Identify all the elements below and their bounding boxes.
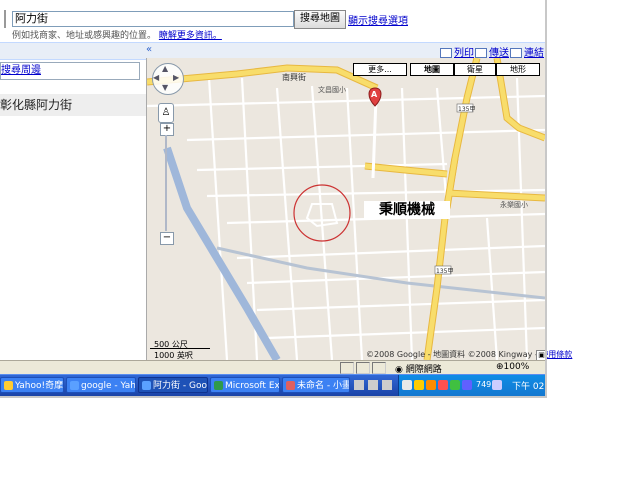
- paint-icon: [286, 381, 295, 390]
- yahoo-messenger-icon: [4, 381, 13, 390]
- zoom-out-button[interactable]: −: [160, 232, 174, 245]
- speaker-icon[interactable]: [492, 380, 502, 390]
- road-shield-label-b: 135甲: [436, 268, 454, 275]
- major-roads: [147, 58, 545, 360]
- scale-metric-label: 500 公尺: [154, 340, 188, 349]
- excel-icon: [214, 381, 223, 390]
- messenger-icon[interactable]: [414, 380, 424, 390]
- learn-more-link[interactable]: 瞭解更多資訊。: [159, 31, 222, 41]
- road-shield-label-a: 135甲: [458, 106, 476, 113]
- collapse-panel-button[interactable]: «: [146, 44, 152, 55]
- status-cell: [372, 362, 386, 374]
- zoom-slider-track[interactable]: [165, 135, 167, 231]
- send-link[interactable]: 傳送: [475, 44, 509, 59]
- task-label: Yahoo!奇摩即...: [15, 381, 64, 391]
- google-logo-fragment: [0, 10, 6, 28]
- envelope-icon: [475, 48, 487, 58]
- link-link[interactable]: 連結: [510, 44, 544, 59]
- taskbar-item-active[interactable]: 阿力街 - Goog...: [138, 377, 208, 393]
- status-cell: [356, 362, 370, 374]
- smiley-icon[interactable]: [426, 380, 436, 390]
- task-label: Microsoft Excel...: [225, 381, 280, 391]
- ie-icon: [70, 381, 79, 390]
- status-cell: [340, 362, 354, 374]
- task-label: google - Yahoo...: [81, 381, 136, 391]
- zoom-in-button[interactable]: +: [160, 123, 174, 136]
- clock[interactable]: 下午 02:10: [512, 379, 559, 392]
- school-label: 文昌國小: [318, 86, 346, 94]
- pan-left-icon[interactable]: ◀: [153, 73, 159, 82]
- network-icon[interactable]: [450, 380, 460, 390]
- taskbar-item[interactable]: 未命名 - 小畫家: [282, 377, 350, 393]
- zoom-level[interactable]: ⊕100%: [496, 362, 529, 372]
- taskbar-item[interactable]: Yahoo!奇摩即...: [0, 377, 64, 393]
- street-view-pegman-icon[interactable]: ♙: [158, 103, 174, 123]
- search-hint: 例如找商家、地址或感興趣的位置。 瞭解更多資訊。: [12, 28, 222, 41]
- search-input[interactable]: 阿力街: [12, 11, 294, 27]
- browser-status-bar: [0, 360, 545, 375]
- tray-counter: 749: [476, 380, 492, 389]
- map-type-terrain-button[interactable]: 地形: [496, 63, 540, 76]
- minor-roads: [147, 77, 545, 360]
- keyboard-icon[interactable]: [402, 380, 412, 390]
- search-nearby-link[interactable]: 搜尋周邊: [0, 62, 140, 80]
- search-hint-text: 例如找商家、地址或感興趣的位置。: [12, 31, 157, 41]
- road-label-nanxing: 南興街: [282, 73, 306, 82]
- annotation-label: 秉順機械: [364, 201, 450, 219]
- taskbar-item[interactable]: Microsoft Excel...: [210, 377, 280, 393]
- marker-letter: A: [371, 90, 378, 99]
- school2-label: 永樂國小: [500, 201, 528, 209]
- update-icon[interactable]: [462, 380, 472, 390]
- major-roads-outline: [147, 58, 545, 360]
- task-label: 未命名 - 小畫家: [297, 381, 349, 391]
- search-result-item[interactable]: 彰化縣阿力街: [0, 94, 146, 116]
- map-type-more-button[interactable]: 更多...: [353, 63, 407, 76]
- map-type-satellite-button[interactable]: 衛星: [454, 63, 496, 76]
- pan-down-icon[interactable]: ▼: [162, 83, 168, 92]
- quicklaunch-icon[interactable]: [368, 380, 378, 390]
- quicklaunch-icon[interactable]: [354, 380, 364, 390]
- map-roads-layer: [147, 58, 545, 360]
- river: [163, 146, 281, 360]
- show-search-options-link[interactable]: 顯示搜尋選項: [348, 12, 408, 27]
- print-link[interactable]: 列印: [440, 44, 474, 59]
- window-edge: [545, 0, 547, 398]
- task-label: 阿力街 - Goog...: [153, 381, 207, 391]
- chain-link-icon: [510, 48, 522, 58]
- map-type-map-button[interactable]: 地圖: [410, 63, 454, 76]
- quicklaunch-icon[interactable]: [382, 380, 392, 390]
- ie-icon: [142, 381, 151, 390]
- pan-up-icon[interactable]: ▲: [162, 64, 168, 73]
- taskbar-item[interactable]: google - Yahoo...: [66, 377, 136, 393]
- window-bottom-edge: [0, 396, 547, 398]
- zoom-label: 100%: [503, 362, 530, 372]
- search-maps-button[interactable]: 搜尋地圖: [294, 10, 346, 29]
- copyright-text: ©2008 Google - 地圖資料 ©2008 Kingway -: [366, 350, 538, 359]
- magnifier-icon: ⊕: [496, 362, 504, 372]
- antivirus-icon[interactable]: [438, 380, 448, 390]
- pan-right-icon[interactable]: ▶: [173, 73, 179, 82]
- printer-icon: [440, 48, 452, 58]
- map-canvas[interactable]: [147, 58, 545, 360]
